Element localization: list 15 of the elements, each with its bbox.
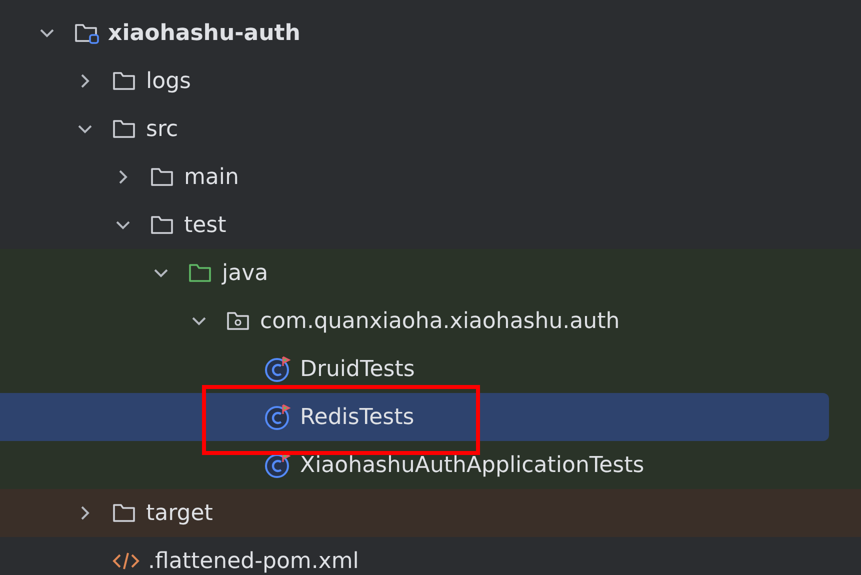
class-icon bbox=[264, 355, 292, 383]
tree-item-label[interactable]: XiaohashuAuthApplicationTests bbox=[300, 452, 644, 478]
tree-item-label[interactable]: xiaohashu-auth bbox=[108, 20, 300, 46]
tree-item-label[interactable]: java bbox=[222, 260, 268, 286]
tree-item-label[interactable]: src bbox=[146, 116, 178, 142]
tree-item-label[interactable]: DruidTests bbox=[300, 356, 415, 382]
tree-item-label[interactable]: main bbox=[184, 164, 239, 190]
tree-item-label[interactable]: RedisTests bbox=[300, 404, 414, 430]
class-icon bbox=[264, 403, 292, 431]
tree-item-label[interactable]: test bbox=[184, 212, 226, 238]
tree-item-label[interactable]: logs bbox=[146, 68, 191, 94]
tree-item-label[interactable]: target bbox=[146, 500, 213, 526]
tree-item-label[interactable]: .flattened-pom.xml bbox=[148, 548, 359, 574]
tree-item-label[interactable]: com.quanxiaoha.xiaohashu.auth bbox=[260, 308, 620, 334]
selected-row-highlight[interactable] bbox=[0, 393, 829, 441]
